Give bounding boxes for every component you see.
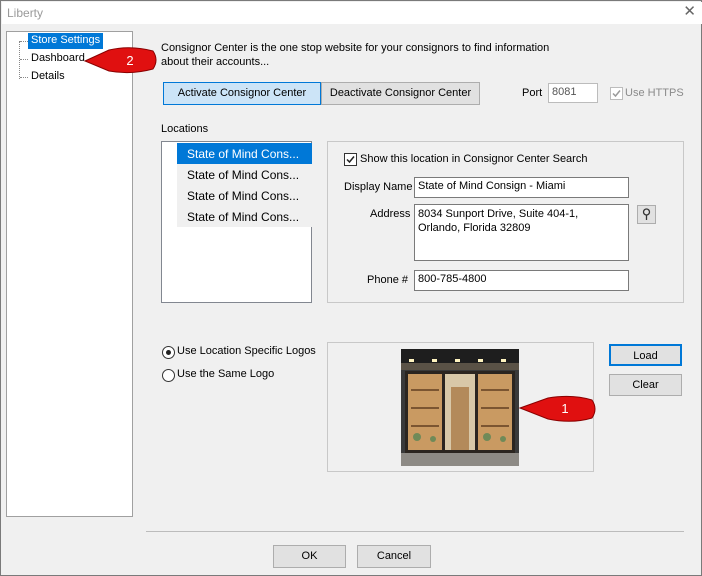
use-https-label: Use HTTPS: [625, 87, 684, 99]
list-item[interactable]: State of Mind Cons...: [177, 206, 312, 227]
callout-2: 2: [83, 47, 157, 74]
port-field[interactable]: 8081: [548, 83, 598, 103]
checkmark-icon: [612, 90, 621, 98]
list-item[interactable]: State of Mind Cons...: [177, 164, 312, 185]
tree-connector: [20, 77, 28, 78]
address-field[interactable]: 8034 Sunport Drive, Suite 404-1, Orlando…: [414, 204, 629, 261]
tree-connector: [19, 41, 20, 79]
same-logo-radio[interactable]: [162, 369, 175, 382]
show-in-search-checkbox[interactable]: [344, 153, 357, 166]
cancel-button[interactable]: Cancel: [357, 545, 431, 568]
window-title: Liberty: [7, 6, 44, 20]
checkmark-icon: [346, 156, 355, 164]
load-button[interactable]: Load: [609, 344, 682, 366]
deactivate-consignor-center-button[interactable]: Deactivate Consignor Center: [321, 82, 480, 105]
pin-icon: [642, 208, 651, 220]
address-line-1: 8034 Sunport Drive, Suite 404-1,: [418, 208, 579, 220]
callout-1: 1: [518, 395, 596, 422]
show-in-search-label: Show this location in Consignor Center S…: [360, 153, 588, 165]
tree-connector: [20, 59, 28, 60]
map-pin-button[interactable]: [637, 205, 656, 224]
ok-button[interactable]: OK: [273, 545, 346, 568]
activate-consignor-center-button[interactable]: Activate Consignor Center: [163, 82, 321, 105]
tree-connector: [20, 41, 28, 42]
footer-separator: [146, 531, 684, 532]
close-icon[interactable]: ✕: [683, 4, 696, 20]
location-specific-logos-label: Use Location Specific Logos: [177, 345, 316, 357]
storefront-logo-image: [401, 349, 519, 466]
display-name-field[interactable]: State of Mind Consign - Miami: [414, 177, 629, 198]
callout-2-number: 2: [126, 53, 133, 68]
phone-field[interactable]: 800-785-4800: [414, 270, 629, 291]
address-label: Address: [370, 208, 411, 220]
tree-item-details[interactable]: Details: [28, 69, 68, 85]
locations-label: Locations: [161, 123, 209, 135]
intro-text: Consignor Center is the one stop website…: [161, 42, 550, 68]
callout-1-number: 1: [561, 401, 568, 416]
settings-tree: Store Settings Dashboard Details: [6, 31, 133, 517]
title-bar: Liberty ✕: [2, 2, 702, 24]
port-label: Port: [522, 87, 543, 99]
display-name-label: Display Name: [344, 181, 413, 193]
location-specific-logos-radio[interactable]: [162, 346, 175, 359]
use-https-checkbox[interactable]: [610, 87, 623, 100]
phone-label: Phone #: [367, 274, 408, 286]
dialog-window: Liberty ✕ Store Settings Dashboard Detai…: [0, 0, 702, 576]
same-logo-label: Use the Same Logo: [177, 368, 275, 380]
list-item[interactable]: State of Mind Cons...: [177, 143, 312, 164]
tree-item-dashboard[interactable]: Dashboard: [28, 51, 88, 67]
address-line-2: Orlando, Florida 32809: [418, 222, 531, 234]
list-item[interactable]: State of Mind Cons...: [177, 185, 312, 206]
locations-list: State of Mind Cons... State of Mind Cons…: [161, 141, 312, 303]
clear-button[interactable]: Clear: [609, 374, 682, 396]
